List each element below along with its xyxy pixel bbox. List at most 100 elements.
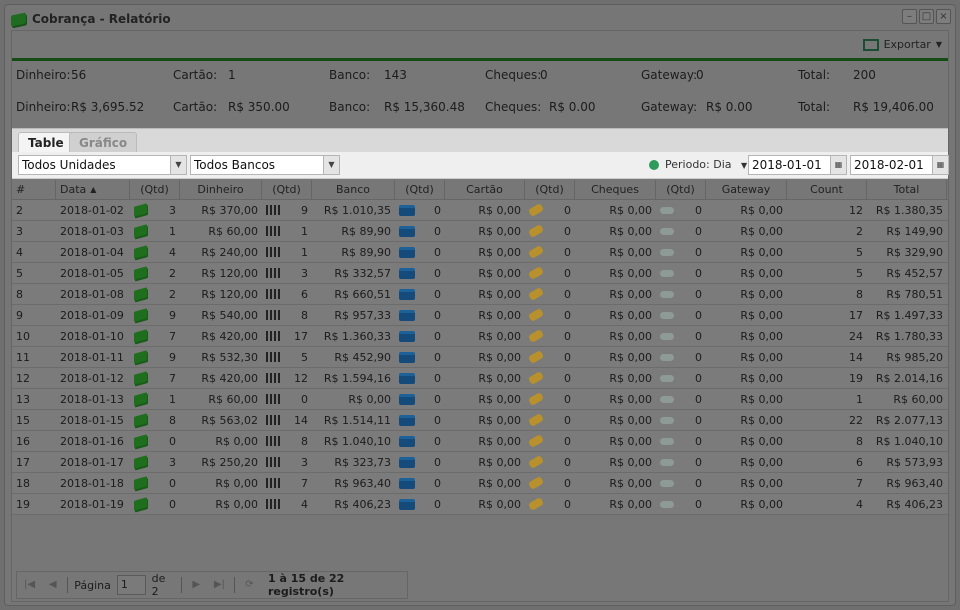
table-row[interactable]: 10 2018-01-10 7 R$ 420,00 17 R$ 1.360,33 0 R$ 0… (12, 326, 948, 347)
table-cell: R$ 780,51 (867, 284, 947, 305)
cell-value: 4 (301, 497, 308, 511)
column-header-label: Count (810, 182, 843, 196)
cash-icon (134, 434, 147, 448)
ticket-icon (527, 287, 545, 301)
table-cell: 0 (656, 410, 706, 431)
cell-value: R$ 0,00 (609, 455, 652, 469)
ticket-icon (527, 245, 545, 259)
column-header[interactable]: Count (787, 179, 867, 200)
close-button[interactable]: × (936, 9, 951, 24)
table-row[interactable]: 11 2018-01-11 9 R$ 532,30 5 R$ 452,90 0 R$ 0,00… (12, 347, 948, 368)
table-cell: 0 (656, 200, 706, 221)
date-to-field[interactable]: 2018-02-01 ▦ (850, 155, 949, 175)
table-row[interactable]: 3 2018-01-03 1 R$ 60,00 1 R$ 89,90 0 R$ 0,00 0 R$… (12, 221, 948, 242)
cell-value: 7 (856, 476, 863, 490)
cell-value: 24 (849, 329, 863, 343)
tab-grafico[interactable]: Gráfico (69, 132, 138, 153)
cell-value: 2018-01-19 (60, 497, 124, 511)
maximize-button[interactable]: □ (919, 9, 934, 24)
table-cell: R$ 0,00 (445, 242, 525, 263)
column-header[interactable]: Gateway (706, 179, 787, 200)
table-cell: 0 (525, 389, 575, 410)
column-header[interactable]: Banco (312, 179, 395, 200)
periodo-dropdown[interactable]: Periodo: Dia ▼ (665, 158, 747, 171)
table-cell: R$ 963,40 (867, 473, 947, 494)
column-header[interactable]: (Qtd) (130, 179, 180, 200)
money-icon (11, 11, 26, 27)
cell-value: 7 (169, 329, 176, 343)
table-row[interactable]: 4 2018-01-04 4 R$ 240,00 1 R$ 89,90 0 R$ 0,00 0 R… (12, 242, 948, 263)
cell-value: 0 (564, 308, 571, 322)
table-cell: R$ 60,00 (180, 389, 262, 410)
table-row[interactable]: 2 2018-01-02 3 R$ 370,00 9 R$ 1.010,35 0 R$ 0,0… (12, 200, 948, 221)
table-row[interactable]: 19 2018-01-19 0 R$ 0,00 4 R$ 406,23 0 R$ 0,00 0 R… (12, 494, 948, 515)
banco-select[interactable]: Todos Bancos ▼ (190, 155, 340, 175)
cell-value: R$ 0,00 (478, 392, 521, 406)
cell-value: R$ 0,00 (609, 287, 652, 301)
barcode-icon (266, 247, 282, 257)
cell-value: R$ 0,00 (478, 350, 521, 364)
cell-value: 0 (564, 245, 571, 259)
minimize-button[interactable]: – (902, 9, 917, 24)
cash-icon (134, 476, 147, 490)
cell-value: 0 (564, 476, 571, 490)
table-cell: R$ 420,00 (180, 368, 262, 389)
cheque-icon (660, 500, 674, 508)
table-row[interactable]: 15 2018-01-15 8 R$ 563,02 14 R$ 1.514,11 0 R$ 0… (12, 410, 948, 431)
column-header[interactable]: Data ▲ (56, 179, 130, 200)
cell-value: 2 (169, 287, 176, 301)
table-cell: 7 (787, 473, 867, 494)
cell-value: 2018-01-15 (60, 413, 124, 427)
table-row[interactable]: 9 2018-01-09 9 R$ 540,00 8 R$ 957,33 0 R$ 0,00 0… (12, 305, 948, 326)
calendar-icon[interactable]: ▦ (830, 156, 846, 174)
column-header[interactable]: # (12, 179, 56, 200)
last-page-icon[interactable]: ▶| (211, 576, 228, 594)
ticket-icon (527, 476, 545, 490)
table-cell: R$ 985,20 (867, 347, 947, 368)
cell-value: R$ 1.780,33 (875, 329, 943, 343)
calendar-icon[interactable]: ▦ (932, 156, 948, 174)
table-row[interactable]: 12 2018-01-12 7 R$ 420,00 12 R$ 1.594,16 0 R$ 0… (12, 368, 948, 389)
chevron-down-icon[interactable]: ▼ (323, 156, 339, 174)
table-row[interactable]: 16 2018-01-16 0 R$ 0,00 8 R$ 1.040,10 0 R$ 0,00… (12, 431, 948, 452)
cell-value: 2018-01-10 (60, 329, 124, 343)
table-row[interactable]: 18 2018-01-18 0 R$ 0,00 7 R$ 963,40 0 R$ 0,00 0 R… (12, 473, 948, 494)
table-cell: R$ 60,00 (180, 221, 262, 242)
cell-value: 0 (695, 476, 702, 490)
first-page-icon[interactable]: |◀ (21, 576, 38, 594)
table-row[interactable]: 5 2018-01-05 2 R$ 120,00 3 R$ 332,57 0 R$ 0,00 0… (12, 263, 948, 284)
card-icon (399, 267, 415, 279)
cell-value: R$ 0,00 (740, 308, 783, 322)
page-input[interactable]: 1 (116, 575, 146, 595)
column-header[interactable]: (Qtd) (656, 179, 706, 200)
table-row[interactable]: 8 2018-01-08 2 R$ 120,00 6 R$ 660,51 0 R$ 0,00 0… (12, 284, 948, 305)
prev-page-icon[interactable]: ◀ (44, 576, 61, 594)
column-header[interactable]: (Qtd) (395, 179, 445, 200)
column-header[interactable]: Total (867, 179, 947, 200)
cell-value: 0 (695, 287, 702, 301)
export-button[interactable]: Exportar ▼ (862, 38, 942, 51)
tab-table[interactable]: Table (18, 132, 74, 153)
table-cell: R$ 0,00 (706, 242, 787, 263)
cell-value: 2018-01-17 (60, 455, 124, 469)
cell-value: 8 (856, 287, 863, 301)
caret-down-icon: ▼ (935, 40, 942, 49)
column-header[interactable]: (Qtd) (525, 179, 575, 200)
chevron-down-icon[interactable]: ▼ (170, 156, 186, 174)
table-row[interactable]: 17 2018-01-17 3 R$ 250,20 3 R$ 323,73 0 R$ 0,00… (12, 452, 948, 473)
cell-value: 1 (169, 224, 176, 238)
cell-value: 9 (301, 203, 308, 217)
column-header[interactable]: Cartão (445, 179, 525, 200)
table-row[interactable]: 13 2018-01-13 1 R$ 60,00 0 R$ 0,00 0 R$ 0,00 0 R$… (12, 389, 948, 410)
refresh-icon[interactable]: ⟳ (241, 576, 258, 594)
cell-value: 2018-01-08 (60, 287, 124, 301)
table-cell: 0 (395, 221, 445, 242)
date-from-field[interactable]: 2018-01-01 ▦ (748, 155, 847, 175)
cell-value: 17 (849, 308, 863, 322)
summary-amounts-value: R$ 350.00 (228, 100, 290, 114)
column-header[interactable]: Dinheiro (180, 179, 262, 200)
unidade-select[interactable]: Todos Unidades ▼ (18, 155, 187, 175)
next-page-icon[interactable]: ▶ (188, 576, 205, 594)
column-header[interactable]: (Qtd) (262, 179, 312, 200)
column-header[interactable]: Cheques (575, 179, 656, 200)
